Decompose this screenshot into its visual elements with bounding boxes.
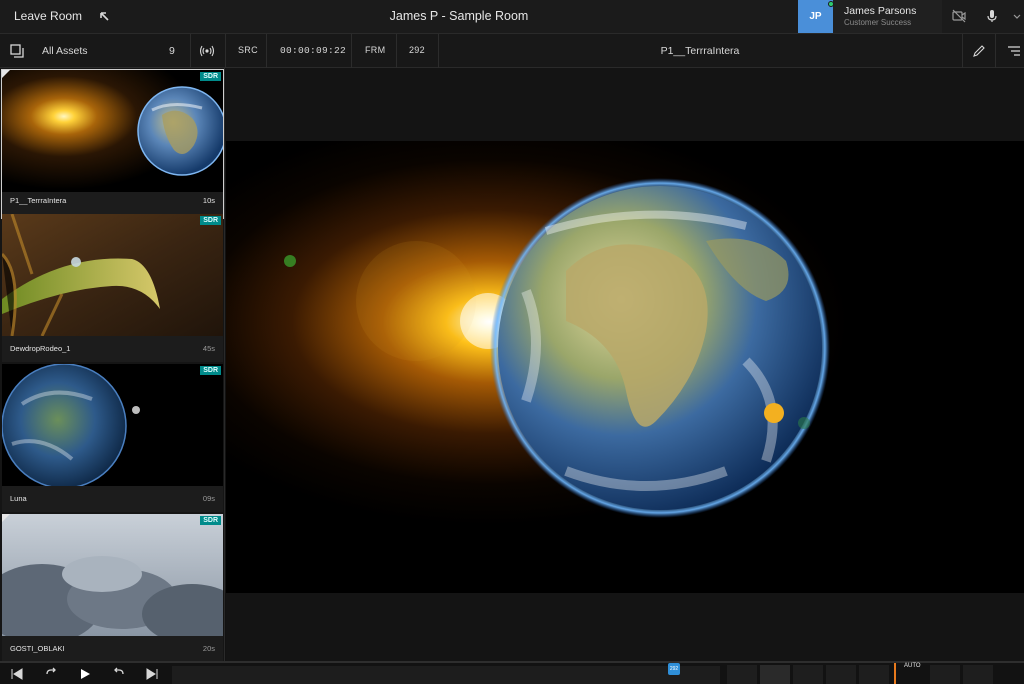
src-label[interactable]: SRC: [238, 45, 258, 55]
asset-thumbnail: SDR: [2, 514, 223, 636]
pen-icon[interactable]: [972, 44, 986, 58]
view-mode-button-2[interactable]: [760, 665, 790, 684]
broadcast-icon[interactable]: [199, 43, 215, 59]
user-role: Customer Success: [844, 18, 912, 27]
asset-duration: 09s: [202, 494, 215, 503]
user-card[interactable]: JP James Parsons Customer Success: [798, 0, 942, 33]
asset-name: DewdropRodeo_1: [10, 344, 71, 353]
fullscreen-button[interactable]: [859, 665, 889, 684]
asset-name: GOSTI_OBLAKI: [10, 644, 65, 653]
online-status-indicator: [828, 1, 834, 7]
toolbar: All Assets 9 SRC 00:00:09:22 FRM 292 P1_…: [0, 34, 1024, 68]
sdr-badge: SDR: [200, 72, 221, 81]
user-name: James Parsons: [844, 5, 917, 17]
view-mode-button-4[interactable]: [826, 665, 856, 684]
sdr-badge: SDR: [200, 366, 221, 375]
sdr-badge: SDR: [200, 516, 221, 525]
asset-count: 9: [169, 45, 175, 57]
play-icon[interactable]: [78, 667, 92, 681]
chevron-down-icon[interactable]: [1011, 8, 1023, 24]
sidebar-toggle-icon[interactable]: [9, 43, 25, 59]
top-bar: Leave Room James P - Sample Room JP Jame…: [0, 0, 1024, 34]
asset-duration: 10s: [202, 196, 215, 205]
asset-thumbnail: SDR: [2, 214, 223, 336]
settings-button[interactable]: [963, 665, 993, 684]
asset-card-dewdroprodeo[interactable]: SDR DewdropRodeo_1 45s: [2, 214, 223, 362]
asset-list: SDR P1__TerrraIntera 10s SDR DewdropRode…: [0, 68, 225, 661]
view-mode-button-1[interactable]: [727, 665, 757, 684]
menu-lines-icon[interactable]: [1006, 44, 1022, 58]
room-title: James P - Sample Room: [389, 9, 529, 23]
asset-card-luna[interactable]: SDR Luna 09s: [2, 364, 223, 512]
skip-to-end-icon[interactable]: [145, 667, 159, 681]
asset-card-gosti-oblaki[interactable]: SDR GOSTI_OBLAKI 20s: [2, 514, 223, 661]
auto-label[interactable]: AUTO: [904, 663, 921, 669]
frame-number: 292: [409, 45, 425, 55]
asset-thumbnail: SDR: [2, 364, 223, 486]
loop-back-icon[interactable]: [44, 667, 58, 681]
corner-marker-icon: [2, 70, 10, 78]
camera-off-icon[interactable]: [951, 8, 967, 24]
asset-name: P1__TerrraIntera: [10, 196, 67, 205]
video-viewer[interactable]: [226, 68, 1024, 661]
sdr-badge: SDR: [200, 216, 221, 225]
all-assets-label[interactable]: All Assets: [42, 45, 88, 57]
playhead[interactable]: 292: [668, 663, 680, 675]
view-mode-button-3[interactable]: [793, 665, 823, 684]
loop-forward-icon[interactable]: [112, 667, 126, 681]
volume-button[interactable]: [930, 665, 960, 684]
asset-name: Luna: [10, 494, 27, 503]
corner-marker-icon: [2, 514, 10, 522]
asset-duration: 45s: [202, 344, 215, 353]
timecode-display: 00:00:09:22: [280, 45, 347, 56]
skip-to-start-icon[interactable]: [10, 667, 24, 681]
current-asset-title: P1__TerrraIntera: [660, 45, 740, 57]
asset-duration: 20s: [202, 644, 215, 653]
timeline-scrubber[interactable]: [172, 666, 720, 684]
asset-thumbnail: SDR: [2, 70, 223, 192]
microphone-icon[interactable]: [984, 8, 1000, 24]
asset-card-p1-terrraintera[interactable]: SDR P1__TerrraIntera 10s: [1, 69, 224, 219]
video-frame[interactable]: [226, 141, 1024, 593]
transport-bar: 292 AUTO: [0, 661, 1024, 684]
marker-indicator: [894, 663, 896, 684]
frm-label[interactable]: FRM: [365, 45, 385, 55]
